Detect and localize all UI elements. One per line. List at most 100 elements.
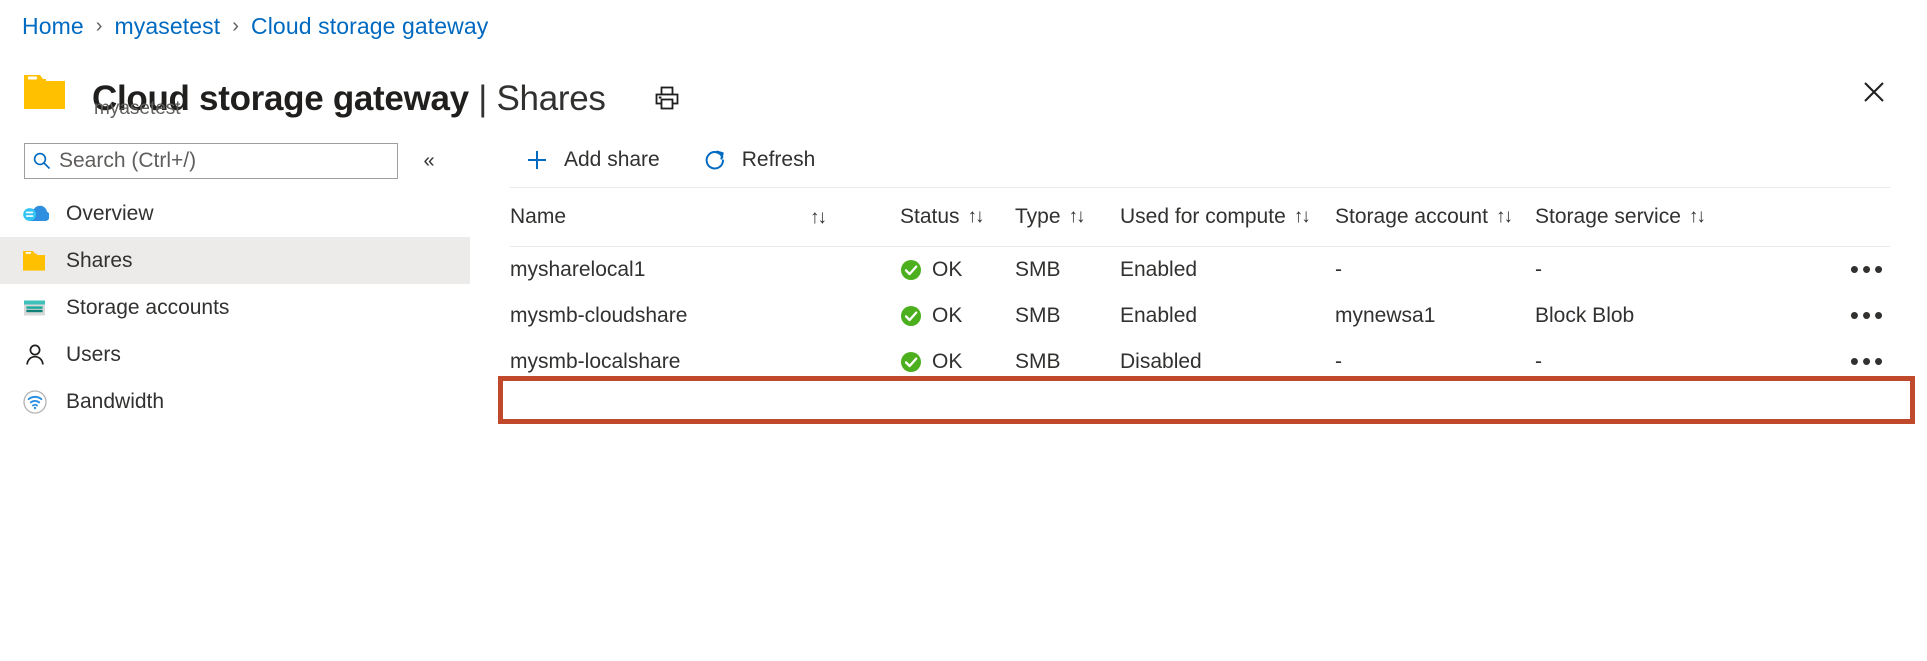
- sidebar-item-bandwidth[interactable]: Bandwidth: [0, 378, 470, 425]
- cell-type: SMB: [1015, 247, 1120, 294]
- column-header-actions: [1735, 188, 1890, 247]
- column-header-label: Status: [900, 205, 960, 229]
- sidebar-item-label: Shares: [66, 249, 133, 273]
- ellipsis-icon: •••: [1850, 262, 1886, 278]
- sort-arrows-icon: ↑↓: [1294, 206, 1309, 228]
- sort-arrows-icon: ↑↓: [968, 206, 983, 228]
- sidebar-item-users[interactable]: Users: [0, 331, 470, 378]
- cell-storage-account: -: [1335, 339, 1535, 385]
- search-input[interactable]: Search (Ctrl+/): [24, 143, 398, 179]
- row-context-menu-button[interactable]: •••: [1846, 301, 1890, 331]
- refresh-button[interactable]: Refresh: [688, 139, 828, 181]
- cell-storage-service: Block Blob: [1535, 293, 1735, 339]
- close-button[interactable]: [1855, 74, 1893, 112]
- table-row[interactable]: mysmb-localshare OK: [510, 339, 1890, 385]
- cell-name: mysmb-localshare: [510, 339, 900, 385]
- sidebar-nav-list: Overview Shares: [0, 190, 470, 425]
- cell-storage-account: mynewsa1: [1335, 293, 1535, 339]
- breadcrumb-item-cloud-storage-gateway[interactable]: Cloud storage gateway: [251, 13, 488, 40]
- column-header-status[interactable]: Status ↑↓: [900, 188, 1015, 247]
- sidebar-item-label: Users: [66, 343, 121, 367]
- breadcrumb: Home › myasetest › Cloud storage gateway: [22, 12, 488, 40]
- column-header-label: Name: [510, 205, 566, 229]
- command-toolbar: Add share Refresh: [470, 136, 843, 184]
- close-icon: [1862, 80, 1886, 107]
- azure-portal-shares-blade: Home › myasetest › Cloud storage gateway…: [0, 0, 1927, 661]
- success-check-icon: [900, 351, 922, 373]
- column-header-label: Type: [1015, 205, 1061, 229]
- row-context-menu-button[interactable]: •••: [1846, 347, 1890, 377]
- ellipsis-icon: •••: [1850, 354, 1886, 370]
- breadcrumb-separator-icon: ›: [232, 16, 239, 36]
- cloud-icon: [18, 199, 52, 229]
- column-header-name-sort[interactable]: ↑↓: [810, 188, 900, 247]
- cell-actions: •••: [1735, 247, 1890, 294]
- row-context-menu-button[interactable]: •••: [1846, 255, 1890, 285]
- shares-table-wrap: Name ↑↓ Status ↑↓: [510, 187, 1890, 385]
- column-header-label: Storage service: [1535, 205, 1681, 229]
- breadcrumb-item-home[interactable]: Home: [22, 13, 84, 40]
- cell-status: OK: [900, 293, 1015, 339]
- print-icon: [654, 85, 680, 114]
- cell-storage-account: -: [1335, 247, 1535, 294]
- add-share-button[interactable]: Add share: [510, 139, 672, 181]
- column-header-label: Used for compute: [1120, 205, 1286, 229]
- column-header-label: Storage account: [1335, 205, 1488, 229]
- cell-type: SMB: [1015, 293, 1120, 339]
- sidebar-item-storage-accounts[interactable]: Storage accounts: [0, 284, 470, 331]
- sidebar: Search (Ctrl+/) « Ov: [0, 124, 470, 661]
- table-header: Name ↑↓ Status ↑↓: [510, 188, 1890, 247]
- sort-arrows-icon: ↑↓: [1069, 206, 1084, 228]
- add-share-label: Add share: [564, 148, 660, 172]
- column-header-storage-account[interactable]: Storage account ↑↓: [1335, 188, 1535, 247]
- sidebar-item-label: Overview: [66, 202, 154, 226]
- sort-arrows-icon: ↑↓: [1496, 206, 1511, 228]
- wifi-icon: [18, 387, 52, 417]
- cell-type: SMB: [1015, 339, 1120, 385]
- column-header-storage-service[interactable]: Storage service ↑↓: [1535, 188, 1735, 247]
- cell-name: mysharelocal1: [510, 247, 900, 294]
- table-row[interactable]: mysharelocal1 OK: [510, 247, 1890, 294]
- folder-icon: [18, 246, 52, 276]
- blade-body: Search (Ctrl+/) « Ov: [0, 124, 1927, 661]
- page-title-section: Shares: [496, 79, 605, 118]
- sidebar-item-overview[interactable]: Overview: [0, 190, 470, 237]
- chevron-double-left-icon: «: [423, 151, 434, 171]
- cell-status: OK: [900, 247, 1015, 294]
- ellipsis-icon: •••: [1850, 308, 1886, 324]
- page-header: Cloud storage gateway | Shares myasetest: [0, 52, 1927, 124]
- plus-icon: [522, 145, 552, 175]
- storage-account-icon: [18, 293, 52, 323]
- person-icon: [18, 340, 52, 370]
- column-header-name[interactable]: Name: [510, 188, 810, 247]
- page-subtitle: myasetest: [94, 98, 181, 120]
- sidebar-item-label: Bandwidth: [66, 390, 164, 414]
- breadcrumb-item-myasetest[interactable]: myasetest: [115, 13, 221, 40]
- cell-actions: •••: [1735, 293, 1890, 339]
- cell-storage-service: -: [1535, 339, 1735, 385]
- sidebar-search-row: Search (Ctrl+/) «: [24, 142, 454, 180]
- column-header-type[interactable]: Type ↑↓: [1015, 188, 1120, 247]
- column-header-used-for-compute[interactable]: Used for compute ↑↓: [1120, 188, 1335, 247]
- shares-table: Name ↑↓ Status ↑↓: [510, 187, 1890, 385]
- table-header-row: Name ↑↓ Status ↑↓: [510, 188, 1890, 247]
- status-label: OK: [932, 350, 962, 374]
- cell-used-for-compute: Enabled: [1120, 293, 1335, 339]
- breadcrumb-separator-icon: ›: [96, 16, 103, 36]
- main-content: Add share Refresh: [470, 124, 1927, 661]
- folder-icon: [22, 72, 68, 112]
- sort-arrows-icon: ↑↓: [810, 207, 825, 228]
- search-icon: [25, 151, 59, 171]
- refresh-icon: [700, 145, 730, 175]
- status-label: OK: [932, 258, 962, 282]
- sidebar-item-shares[interactable]: Shares: [0, 237, 470, 284]
- cell-status: OK: [900, 339, 1015, 385]
- collapse-sidebar-button[interactable]: «: [416, 148, 442, 174]
- table-row[interactable]: mysmb-cloudshare OK: [510, 293, 1890, 339]
- print-button[interactable]: [650, 82, 684, 116]
- sidebar-item-label: Storage accounts: [66, 296, 229, 320]
- success-check-icon: [900, 259, 922, 281]
- sort-arrows-icon: ↑↓: [1689, 206, 1704, 228]
- page-title-divider: |: [469, 79, 497, 118]
- status-label: OK: [932, 304, 962, 328]
